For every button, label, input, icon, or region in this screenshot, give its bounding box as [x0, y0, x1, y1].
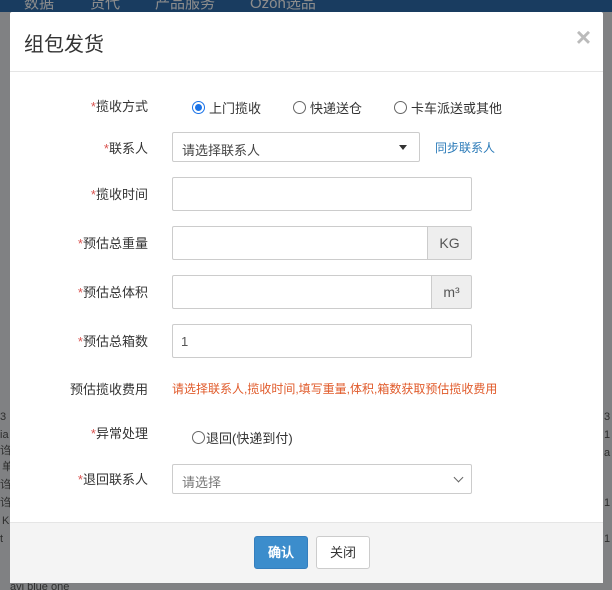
return-contact-row: *退回联系人 请选择: [10, 464, 603, 494]
total-boxes-label: *预估总箱数: [77, 334, 148, 349]
radio-express-to-warehouse[interactable]: 快递送仓: [293, 98, 362, 117]
chevron-down-icon: [453, 472, 464, 483]
dialog-footer: 确认 关闭: [10, 522, 603, 583]
radio-unchecked-icon[interactable]: [293, 101, 307, 114]
radio-label: 退回(快递到付): [206, 431, 293, 446]
pickup-fee-row: 预估揽收费用 请选择联系人,揽收时间,填写重量,体积,箱数获取预估揽收费用: [10, 379, 603, 399]
dialog-title: 组包发货: [24, 34, 104, 56]
total-boxes-row: *预估总箱数 1: [10, 324, 603, 358]
radio-return-collect[interactable]: 退回(快递到付): [192, 428, 293, 447]
close-button[interactable]: 关闭: [316, 536, 370, 569]
pickup-time-input[interactable]: [172, 177, 472, 211]
package-shipping-dialog: 组包发货 × *揽收方式 上门揽收 快递送仓 卡车派送或其他 *联系人 请选择联…: [10, 12, 603, 583]
total-weight-label: *预估总重量: [77, 236, 148, 251]
total-volume-row: *预估总体积 m³: [10, 275, 603, 309]
radio-unchecked-icon[interactable]: [394, 101, 408, 114]
close-icon[interactable]: ×: [576, 24, 591, 50]
pickup-fee-hint: 请选择联系人,揽收时间,填写重量,体积,箱数获取预估揽收费用: [172, 382, 498, 396]
weight-unit-addon: KG: [427, 226, 472, 260]
total-weight-input[interactable]: [172, 226, 428, 260]
return-contact-select[interactable]: 请选择: [172, 464, 472, 494]
pickup-time-label: *揽收时间: [90, 187, 148, 202]
radio-label: 快递送仓: [310, 101, 363, 116]
total-volume-input[interactable]: [172, 275, 432, 309]
volume-unit-addon: m³: [431, 275, 472, 309]
pickup-method-label: *揽收方式: [90, 99, 148, 114]
radio-unchecked-icon[interactable]: [192, 431, 205, 444]
radio-truck-delivery[interactable]: 卡车派送或其他: [394, 98, 502, 117]
radio-door-pickup[interactable]: 上门揽收: [192, 98, 261, 117]
exception-row: *异常处理 退回(快递到付): [10, 423, 603, 447]
total-boxes-value: 1: [181, 334, 189, 349]
confirm-button[interactable]: 确认: [254, 536, 308, 569]
pickup-fee-label: 预估揽收费用: [69, 382, 148, 397]
contact-select[interactable]: 请选择联系人: [172, 132, 420, 162]
caret-down-icon: [399, 145, 407, 150]
return-contact-placeholder: 请选择: [182, 475, 222, 490]
pickup-method-radio-group: 上门揽收 快递送仓 卡车派送或其他: [192, 98, 534, 117]
total-boxes-input[interactable]: 1: [172, 324, 472, 358]
exception-label: *异常处理: [90, 426, 148, 441]
dialog-header: 组包发货 ×: [10, 12, 603, 72]
return-contact-label: *退回联系人: [77, 472, 148, 487]
total-weight-row: *预估总重量 KG: [10, 226, 603, 260]
pickup-method-row: *揽收方式 上门揽收 快递送仓 卡车派送或其他: [10, 96, 603, 116]
pickup-time-row: *揽收时间: [10, 177, 603, 211]
radio-checked-icon[interactable]: [192, 101, 205, 114]
contact-row: *联系人 请选择联系人 同步联系人: [10, 132, 603, 162]
radio-label: 上门揽收: [209, 101, 262, 116]
contact-label: *联系人: [103, 141, 148, 156]
total-volume-label: *预估总体积: [77, 285, 148, 300]
radio-label: 卡车派送或其他: [411, 101, 503, 116]
contact-select-value: 请选择联系人: [182, 143, 261, 158]
sync-contact-link[interactable]: 同步联系人: [435, 139, 495, 156]
